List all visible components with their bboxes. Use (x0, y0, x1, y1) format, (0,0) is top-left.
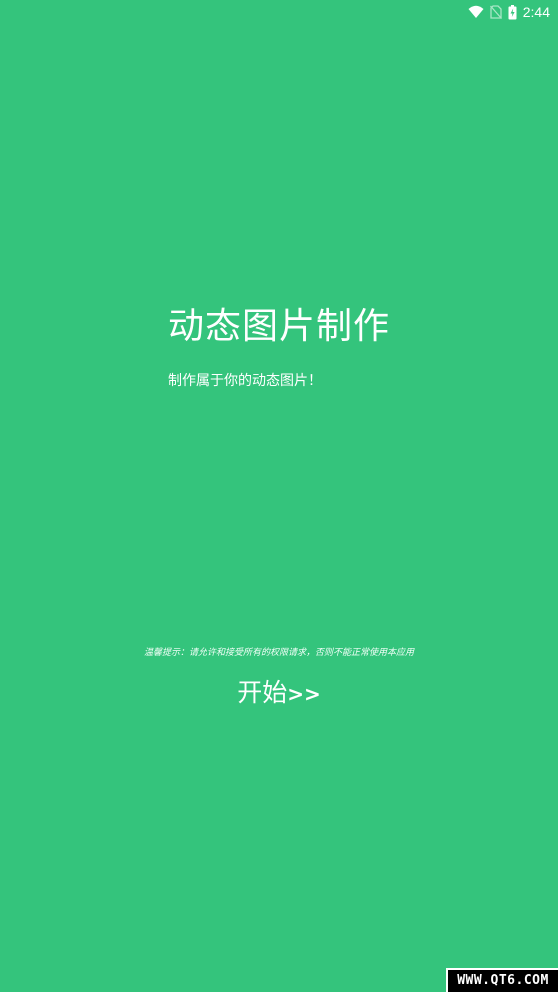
status-time: 2:44 (522, 4, 550, 20)
start-button[interactable]: 开始>> (229, 673, 329, 713)
no-sim-icon (489, 5, 502, 19)
start-arrows: >> (287, 682, 321, 706)
battery-charging-icon (508, 4, 517, 20)
start-button-label: 开始 (237, 678, 288, 707)
status-icons: 2:44 (468, 3, 550, 21)
permission-notice: 温馨提示：请允许和接受所有的权限请求，否则不能正常使用本应用 (143, 648, 414, 658)
app-subtitle: 制作属于你的动态图片！ (168, 373, 322, 389)
wifi-icon (468, 5, 484, 19)
status-bar: 2:44 (0, 0, 558, 24)
site-watermark: WWW.QT6.COM (446, 968, 558, 992)
app-title: 动态图片制作 (167, 306, 390, 347)
